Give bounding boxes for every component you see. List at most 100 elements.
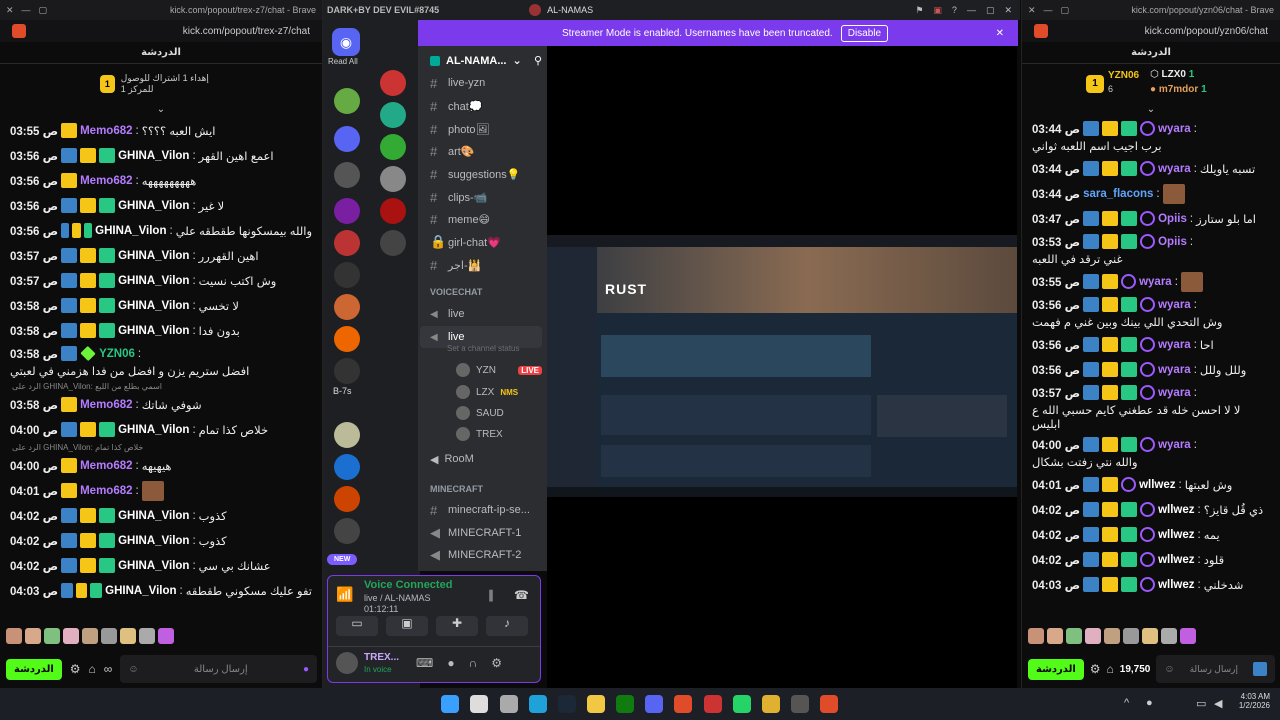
gift-icon[interactable]: ⌂ [1107, 662, 1114, 676]
username[interactable]: Opiis [1158, 236, 1187, 248]
emote-icon[interactable] [101, 628, 117, 644]
leaderboard[interactable]: 1 YZN06 6 ⬡ LZX0 1 ● m7mdor 1 [1022, 64, 1280, 104]
server-icon[interactable] [380, 134, 406, 160]
chat-message[interactable]: 03:56 ص wyara: وللل وللل [1022, 357, 1280, 382]
chat-message[interactable]: 04:02 ص GHINA_Vilon: كذوب [0, 528, 322, 553]
chat-message[interactable]: 03:44 ص wyara: تسبه ياويلك [1022, 156, 1280, 181]
pinned-banner[interactable]: 1 إهداء 1 اشتراك للوصول للمركز 1 [0, 64, 322, 104]
close-icon[interactable]: ✕ [6, 5, 14, 16]
chat-message[interactable]: 03:47 ص Opiis: اما بلو ستارز [1022, 206, 1280, 231]
settings-icon[interactable]: ⚙ [1090, 662, 1101, 676]
username[interactable]: wllwez [1139, 479, 1175, 491]
username[interactable]: GHINA_Vilon [118, 560, 189, 572]
disable-streamer-mode-button[interactable]: Disable [840, 24, 889, 42]
emote-icon[interactable] [44, 628, 60, 644]
chat-message[interactable]: 03:58 ص GHINA_Vilon: لا تخسي [0, 293, 322, 318]
username[interactable]: GHINA_Vilon [118, 200, 189, 212]
chat-message[interactable]: 03:44 ص wyara: برب اجيب اسم اللعبه ثواني [1022, 118, 1280, 156]
emote-icon[interactable] [63, 628, 79, 644]
file-explorer-icon[interactable] [587, 695, 605, 713]
whatsapp-icon[interactable] [733, 695, 751, 713]
edge-icon[interactable] [529, 695, 547, 713]
text-channel-5[interactable]: # clips-📹 [420, 186, 542, 208]
emote-icon[interactable] [1085, 628, 1101, 644]
username[interactable]: wyara [1158, 299, 1191, 311]
username[interactable]: GHINA_Vilon [118, 510, 189, 522]
chevron-down-icon[interactable]: ⌄ [1022, 104, 1280, 118]
minimize-icon[interactable]: — [1044, 5, 1053, 15]
chat-message[interactable]: 04:02 ص wllwez: قلود [1022, 547, 1280, 572]
chat-send-button[interactable]: الدردشة [6, 658, 62, 680]
minimize-icon[interactable]: — [22, 5, 31, 15]
inbox-icon[interactable]: ▣ [933, 5, 942, 16]
chat-message[interactable]: 04:00 ص wyara: والله نتي زفتت بشكال [1022, 434, 1280, 472]
kick-icon[interactable] [1252, 662, 1267, 676]
chat-message[interactable]: 03:57 ص GHINA_Vilon: وش اكتب نسيت [0, 268, 322, 293]
username[interactable]: wyara [1158, 123, 1191, 135]
emote-icon[interactable] [82, 628, 98, 644]
username[interactable]: Opiis [1158, 213, 1187, 225]
signal-icon[interactable]: 📶 [336, 586, 358, 608]
emote-icon[interactable] [1066, 628, 1082, 644]
discord-home-icon[interactable]: ◉ [332, 28, 360, 56]
close-banner-icon[interactable]: ✕ [996, 28, 1004, 39]
server-icon[interactable] [334, 422, 360, 448]
chat-send-button[interactable]: الدردشة [1028, 658, 1084, 680]
username[interactable]: wllwez [1158, 529, 1194, 541]
username[interactable]: wyara [1158, 339, 1191, 351]
server-b7s[interactable]: B-7s [333, 386, 352, 396]
server-icon[interactable] [380, 70, 406, 96]
username[interactable]: wyara [1139, 276, 1172, 288]
chat-message[interactable]: 03:58 ص GHINA_Vilon: بدون فدا [0, 318, 322, 343]
channel-status-hint[interactable]: Set a channel status [447, 344, 520, 353]
voice-user-1[interactable]: LZX NMS [446, 381, 542, 403]
server-icon[interactable] [334, 262, 360, 288]
username[interactable]: GHINA_Vilon [118, 535, 189, 547]
chat-message[interactable]: 03:55 ص Memo682: ايش العبه ؟؟؟؟ [0, 118, 322, 143]
username[interactable]: GHINA_Vilon [118, 325, 189, 337]
emoji-icon[interactable]: ☺ [1164, 664, 1174, 675]
text-channel-8[interactable]: # اجر-🕌 [420, 254, 542, 276]
invite-icon[interactable]: ⚲ [534, 54, 542, 67]
chat-message[interactable]: 03:53 ص Opiis: غني ترقد في اللعبه [1022, 231, 1280, 269]
network-icon[interactable]: ▭ [1196, 697, 1206, 710]
headphones-icon[interactable]: ∩ [469, 656, 478, 670]
chat-message[interactable]: 03:56 ص GHINA_Vilon: اعمع اهين القهر [0, 143, 322, 168]
brave-shield-icon[interactable] [1034, 24, 1048, 38]
chat-message[interactable]: 04:01 ص wllwez: وش لعبتها [1022, 472, 1280, 497]
username[interactable]: wyara [1158, 163, 1191, 175]
username[interactable]: Memo682 [80, 399, 132, 411]
server-icon[interactable] [334, 358, 360, 384]
text-channel-1[interactable]: # chat💭 [420, 95, 542, 117]
chat-message[interactable]: 03:44 ص sara_flacons: [1022, 181, 1280, 206]
username[interactable]: Memo682 [80, 485, 132, 497]
brave-icon[interactable] [820, 695, 838, 713]
search-icon[interactable] [470, 695, 488, 713]
server-icon[interactable] [380, 166, 406, 192]
points-value[interactable]: 19,750 [1120, 664, 1151, 675]
activity-icon[interactable]: ✚ [436, 616, 478, 636]
mic-icon[interactable]: ● [303, 664, 309, 675]
chat-message[interactable]: 03:57 ص GHINA_Vilon: اهين القهررر [0, 243, 322, 268]
url-bar[interactable]: kick.com/popout/yzn06/chat [1022, 20, 1280, 42]
minecraft-channel-2[interactable]: ◀ MINECRAFT-2 [420, 544, 542, 566]
server-header[interactable]: AL-NAMA... ⌄ ⚲ [430, 54, 542, 67]
server-icon[interactable] [334, 518, 360, 544]
gamepad-icon[interactable]: ⌨ [416, 656, 433, 670]
username[interactable]: GHINA_Vilon [118, 424, 189, 436]
settings-icon[interactable]: ⚙ [70, 662, 81, 676]
username[interactable]: wllwez [1158, 554, 1194, 566]
username[interactable]: wyara [1158, 439, 1191, 451]
soundboard-icon[interactable]: ♪ [486, 616, 528, 636]
chat-message[interactable]: 04:01 ص Memo682: [0, 478, 322, 503]
username[interactable]: sara_flacons [1083, 188, 1153, 200]
gift-icon[interactable]: ⌂ [89, 662, 96, 676]
read-all-button[interactable]: Read All [328, 57, 358, 66]
emote-icon[interactable] [1180, 628, 1196, 644]
server-icon[interactable] [334, 326, 360, 352]
emote-icon[interactable] [120, 628, 136, 644]
avatar[interactable] [336, 652, 358, 674]
chat-message[interactable]: 04:02 ص GHINA_Vilon: كذوب [0, 503, 322, 528]
username[interactable]: GHINA_Vilon [95, 225, 166, 237]
pin-icon[interactable]: ⚑ [915, 5, 923, 16]
